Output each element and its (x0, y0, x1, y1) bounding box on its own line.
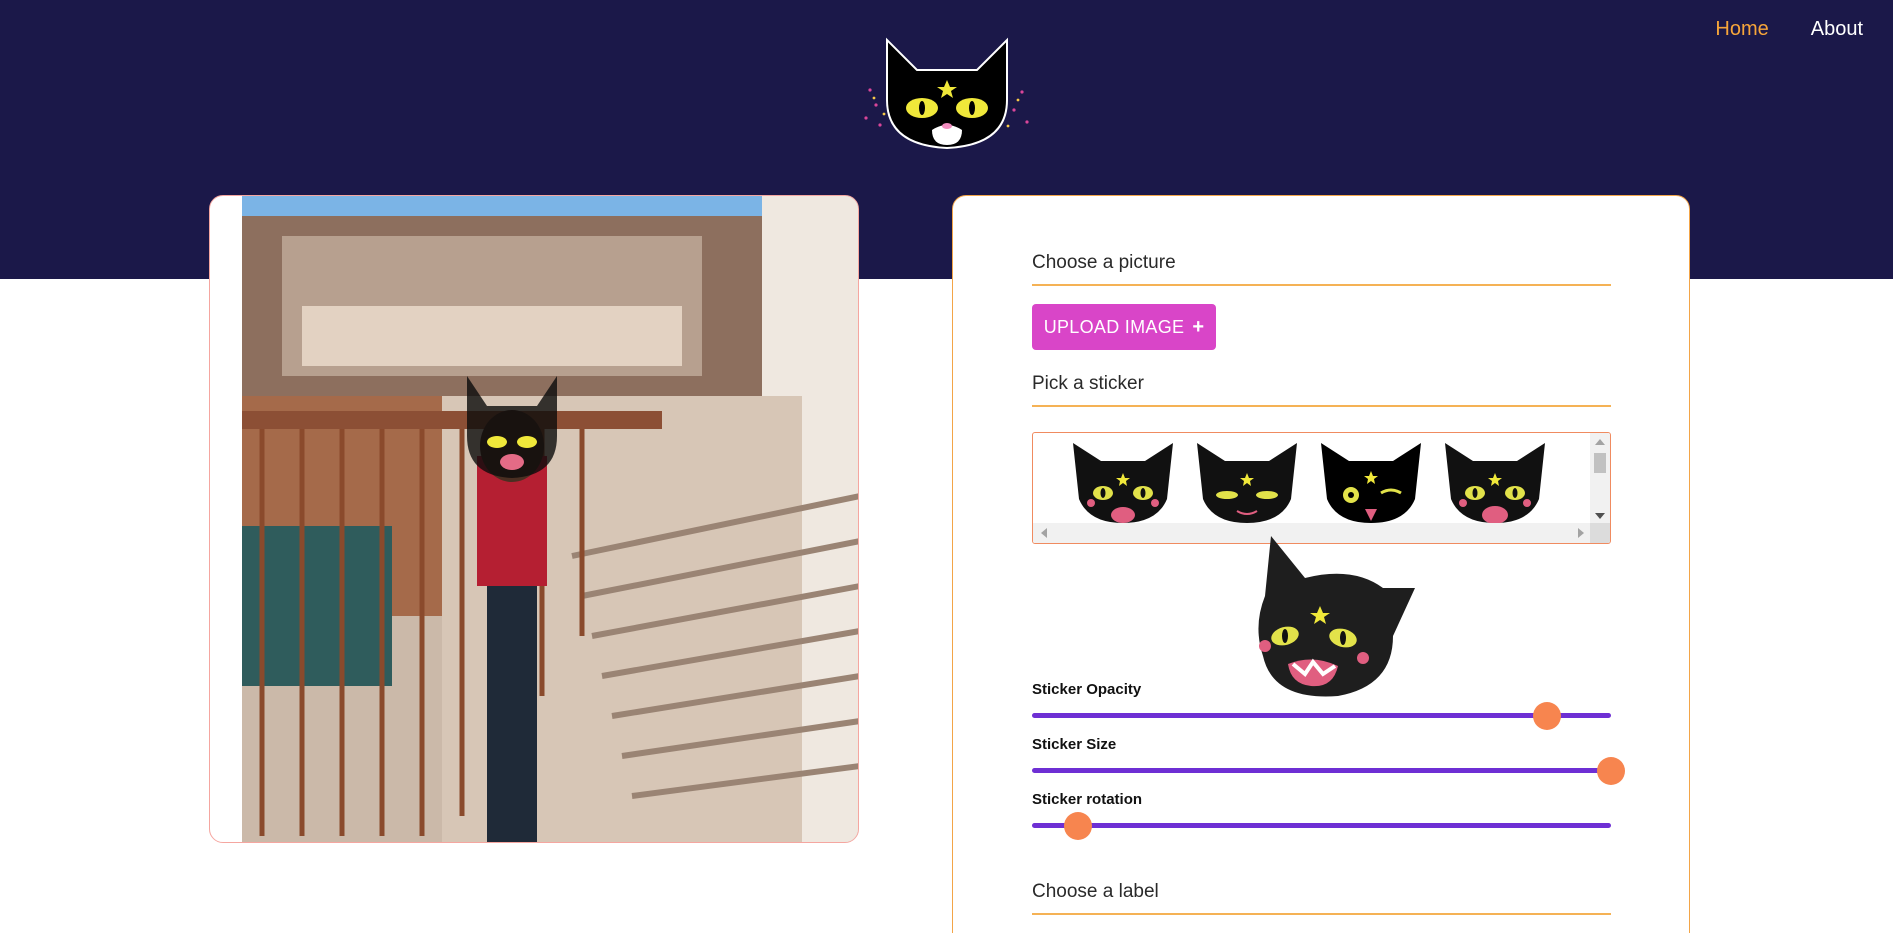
size-label: Sticker Size (1032, 736, 1117, 753)
scrollbar-corner (1590, 523, 1610, 543)
nav-about-link[interactable]: About (1811, 18, 1863, 41)
cat-sticker-laugh-icon[interactable] (1439, 439, 1551, 523)
photo-canvas[interactable] (209, 195, 859, 843)
cat-sticker-smile-icon[interactable] (1067, 439, 1179, 523)
editor-panel: Choose a picture UPLOAD IMAGE + Pick a s… (952, 195, 1690, 933)
opacity-knob[interactable] (1533, 702, 1562, 730)
cat-sticker-selected-preview-icon (1258, 536, 1415, 697)
sticker-vertical-scrollbar[interactable] (1590, 433, 1610, 525)
scroll-left-icon[interactable] (1041, 528, 1047, 538)
opacity-label: Sticker Opacity (1032, 681, 1142, 698)
size-knob[interactable] (1597, 757, 1625, 785)
scroll-right-icon[interactable] (1578, 528, 1584, 538)
scroll-up-icon[interactable] (1595, 439, 1605, 445)
size-slider[interactable] (1032, 757, 1625, 785)
rotation-knob[interactable] (1064, 812, 1093, 840)
rotation-slider[interactable] (1032, 812, 1611, 840)
uploaded-photo (242, 196, 858, 842)
choose-label-heading: Choose a label (1032, 881, 1611, 915)
plus-icon: + (1192, 315, 1205, 338)
nav-home-link[interactable]: Home (1715, 18, 1768, 41)
cat-sticker-tongue-icon[interactable] (1315, 439, 1427, 523)
scroll-thumb[interactable] (1594, 453, 1606, 473)
opacity-slider[interactable] (1032, 702, 1611, 730)
cat-face-logo-icon (864, 37, 1029, 150)
cat-sticker-sly-icon[interactable] (1191, 439, 1303, 523)
pick-sticker-heading: Pick a sticker (1032, 373, 1611, 407)
scroll-down-icon[interactable] (1595, 513, 1605, 519)
top-nav: Home About (1715, 18, 1863, 41)
size-track (1032, 768, 1611, 773)
choose-picture-heading: Choose a picture (1032, 252, 1611, 286)
upload-button-label: UPLOAD IMAGE (1043, 316, 1185, 337)
opacity-track (1032, 713, 1611, 718)
rotation-track (1032, 823, 1611, 828)
rotation-label: Sticker rotation (1032, 791, 1143, 808)
sticker-picker[interactable] (1032, 432, 1611, 544)
upload-image-button[interactable]: UPLOAD IMAGE + (1032, 304, 1216, 350)
